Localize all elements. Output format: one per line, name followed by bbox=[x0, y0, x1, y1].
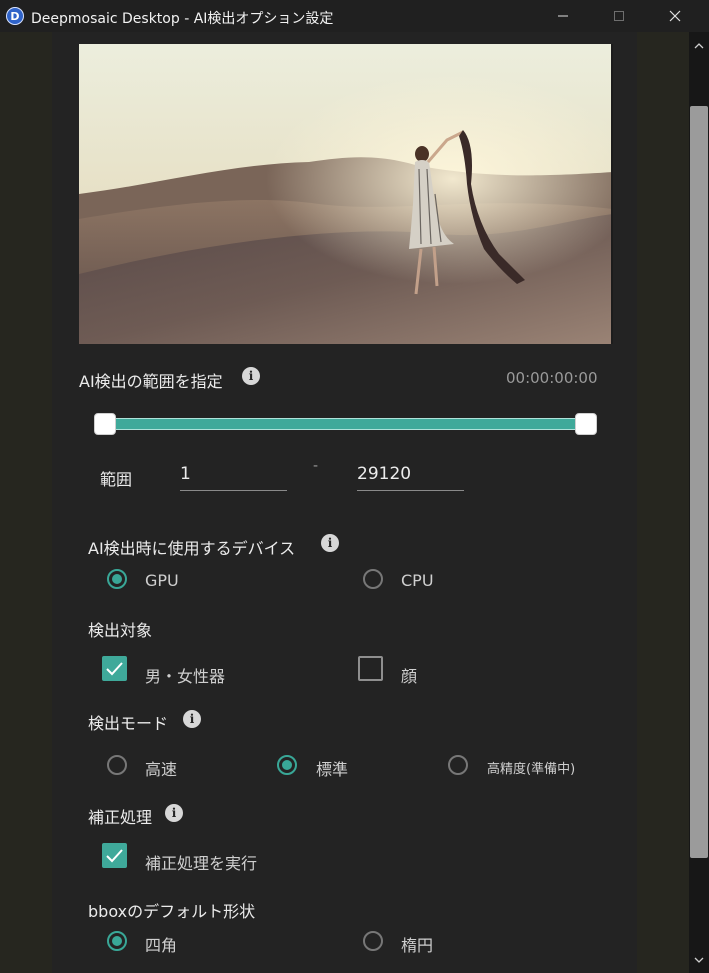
info-icon[interactable]: i bbox=[165, 804, 183, 822]
mode-section-title: 検出モード bbox=[88, 714, 169, 733]
mode-standard-label: 標準 bbox=[316, 760, 349, 779]
window-title: Deepmosaic Desktop - AI検出オプション設定 bbox=[31, 11, 334, 27]
range-start-input[interactable]: 1 bbox=[180, 464, 287, 491]
range-section-title: AI検出の範囲を指定 bbox=[79, 372, 223, 391]
mode-fast-radio[interactable] bbox=[107, 755, 127, 775]
range-end-value: 29120 bbox=[357, 464, 412, 484]
range-separator: - bbox=[313, 458, 319, 474]
chevron-down-icon bbox=[694, 957, 704, 963]
scroll-up-button[interactable] bbox=[689, 38, 709, 52]
mode-high-precision-radio[interactable] bbox=[448, 755, 468, 775]
target-face-label: 顔 bbox=[401, 667, 418, 686]
range-label: 範囲 bbox=[100, 470, 133, 489]
device-gpu-radio[interactable] bbox=[107, 569, 127, 589]
bbox-ellipse-label: 楕円 bbox=[401, 936, 434, 955]
mode-standard-radio[interactable] bbox=[277, 755, 297, 775]
range-end-input[interactable]: 29120 bbox=[357, 464, 464, 491]
left-margin bbox=[0, 32, 52, 973]
video-preview bbox=[79, 44, 613, 344]
info-icon[interactable]: i bbox=[242, 367, 260, 385]
mode-fast-label: 高速 bbox=[145, 760, 178, 779]
checkmark-icon bbox=[106, 662, 123, 676]
maximize-button[interactable] bbox=[596, 0, 642, 32]
mode-high-precision-label: 高精度(準備中) bbox=[487, 762, 576, 777]
bbox-rectangle-label: 四角 bbox=[145, 936, 178, 955]
timecode-display: 00:00:00:00 bbox=[506, 369, 598, 387]
correction-checkbox[interactable] bbox=[102, 843, 127, 868]
close-button[interactable] bbox=[652, 0, 698, 32]
right-margin bbox=[637, 32, 689, 973]
info-icon[interactable]: i bbox=[183, 710, 201, 728]
range-slider-track[interactable] bbox=[104, 418, 586, 430]
correction-section-title: 補正処理 bbox=[88, 808, 153, 827]
bbox-rectangle-radio[interactable] bbox=[107, 931, 127, 951]
checkmark-icon bbox=[106, 849, 123, 863]
maximize-icon bbox=[614, 11, 624, 21]
bbox-section-title: bboxのデフォルト形状 bbox=[88, 902, 256, 921]
close-icon bbox=[669, 10, 681, 22]
device-gpu-label: GPU bbox=[145, 571, 179, 590]
target-genitals-checkbox[interactable] bbox=[102, 656, 127, 681]
target-genitals-label: 男・女性器 bbox=[145, 667, 226, 686]
preview-image bbox=[79, 44, 613, 344]
info-icon[interactable]: i bbox=[321, 534, 339, 552]
device-cpu-label: CPU bbox=[401, 571, 434, 590]
minimize-icon bbox=[558, 15, 568, 17]
title-bar: D Deepmosaic Desktop - AI検出オプション設定 bbox=[0, 0, 709, 32]
minimize-button[interactable] bbox=[540, 0, 586, 32]
scrollbar-thumb[interactable] bbox=[690, 106, 708, 858]
target-section-title: 検出対象 bbox=[88, 621, 153, 640]
app-logo-icon: D bbox=[6, 7, 24, 25]
chevron-up-icon bbox=[694, 43, 704, 49]
range-start-value: 1 bbox=[180, 464, 191, 484]
correction-checkbox-label: 補正処理を実行 bbox=[145, 854, 258, 873]
target-face-checkbox[interactable] bbox=[358, 656, 383, 681]
scroll-down-button[interactable] bbox=[689, 952, 709, 966]
range-slider-end-handle[interactable] bbox=[575, 413, 597, 435]
bbox-ellipse-radio[interactable] bbox=[363, 931, 383, 951]
device-section-title: AI検出時に使用するデバイス bbox=[88, 539, 296, 558]
range-slider-start-handle[interactable] bbox=[94, 413, 116, 435]
device-cpu-radio[interactable] bbox=[363, 569, 383, 589]
